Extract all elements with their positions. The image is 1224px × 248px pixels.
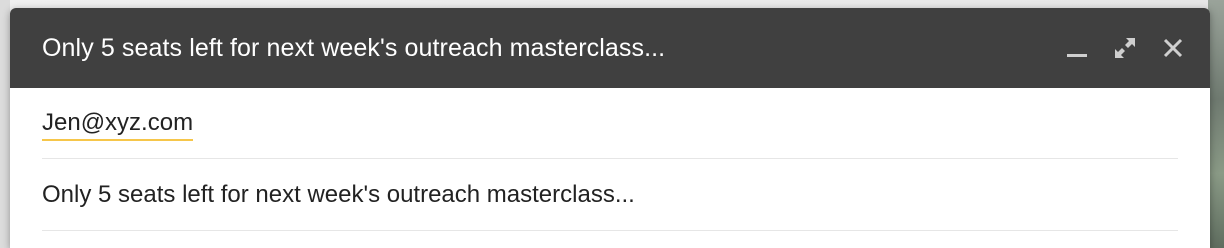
minimize-icon — [1066, 37, 1088, 59]
recipients-field[interactable]: Jen@xyz.com — [42, 88, 1178, 159]
compose-title-bar[interactable]: Only 5 seats left for next week's outrea… — [10, 8, 1210, 88]
subject-input[interactable]: Only 5 seats left for next week's outrea… — [42, 181, 635, 209]
window-controls — [1062, 33, 1188, 63]
subject-field[interactable]: Only 5 seats left for next week's outrea… — [42, 159, 1178, 231]
recipient-chip[interactable]: Jen@xyz.com — [42, 109, 194, 141]
minimize-button[interactable] — [1062, 33, 1092, 63]
full-screen-button[interactable] — [1110, 33, 1140, 63]
background-right-edge — [1208, 0, 1224, 248]
background-left-edge — [0, 0, 10, 248]
close-button[interactable] — [1158, 33, 1188, 63]
compose-title: Only 5 seats left for next week's outrea… — [42, 33, 666, 62]
compose-window: Only 5 seats left for next week's outrea… — [10, 8, 1210, 248]
expand-icon — [1113, 36, 1137, 60]
close-icon — [1162, 37, 1184, 59]
